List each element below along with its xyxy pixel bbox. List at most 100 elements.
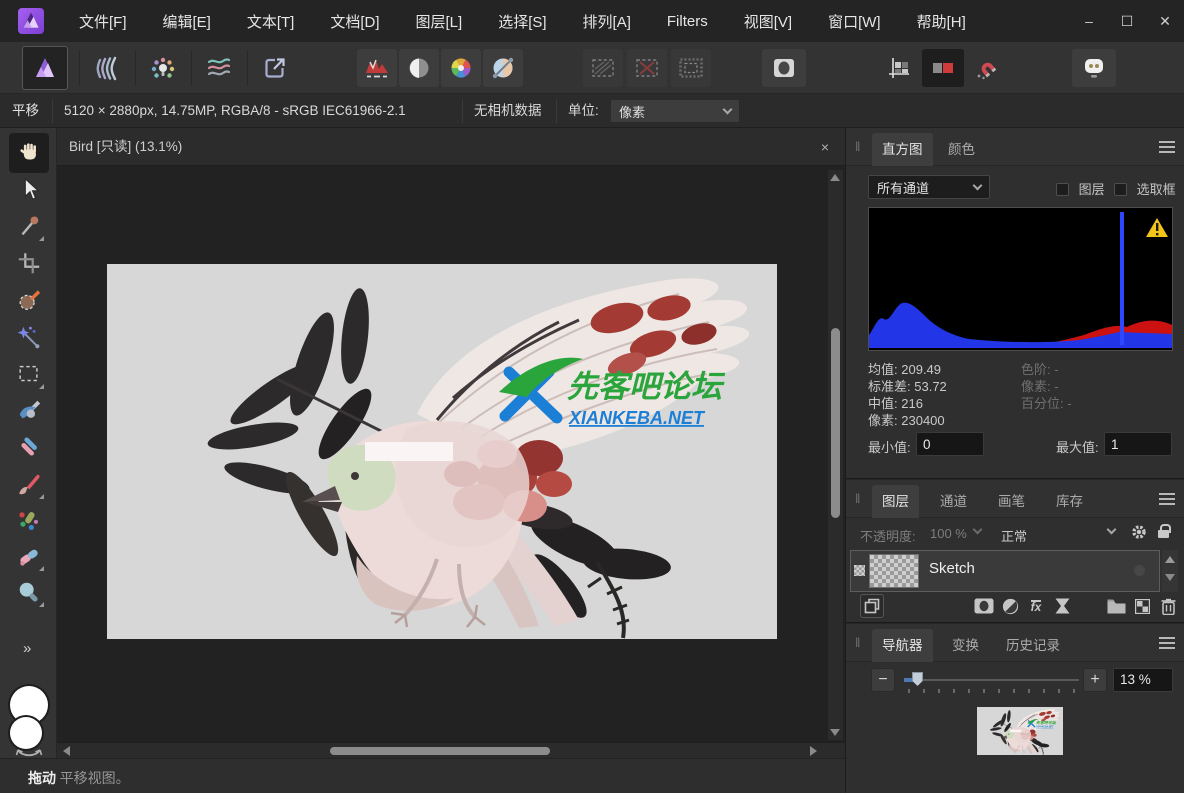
develop-persona-button[interactable] (140, 46, 186, 90)
flood-select-tool[interactable] (11, 319, 47, 355)
layer-effects-button[interactable]: fx (1024, 594, 1048, 618)
tab-history[interactable]: 历史记录 (996, 629, 1070, 662)
layer-thumbnail[interactable] (869, 554, 919, 588)
unit-dropdown[interactable]: 像素 (610, 99, 740, 123)
invert-selection-button[interactable] (671, 49, 711, 87)
tab-transform[interactable]: 变换 (942, 629, 989, 662)
auto-white-balance-button[interactable] (483, 49, 523, 87)
clone-brush-tool[interactable] (11, 502, 47, 538)
auto-contrast-button[interactable] (399, 49, 439, 87)
color-picker-tool[interactable] (11, 208, 47, 244)
lock-icon[interactable] (1158, 530, 1169, 538)
force-pixel-alignment-button[interactable] (878, 49, 920, 87)
menu-filters[interactable]: Filters (661, 9, 714, 34)
tab-channels[interactable]: 通道 (930, 485, 977, 518)
menu-file[interactable]: 文件[F] (73, 7, 133, 36)
crop-tool[interactable] (11, 245, 47, 281)
scroll-down-arrow[interactable] (830, 729, 840, 736)
adjustment-layer-button[interactable] (998, 594, 1022, 618)
view-tool[interactable] (9, 133, 49, 173)
menu-select[interactable]: 选择[S] (492, 7, 552, 36)
blend-mode-value[interactable]: 正常 (1001, 526, 1027, 545)
zoom-slider-thumb[interactable] (912, 672, 923, 686)
group-layers-button[interactable] (1104, 594, 1128, 618)
panel-drag-grip[interactable]: ‖ (855, 491, 861, 506)
tab-brushes[interactable]: 画笔 (988, 485, 1035, 518)
panel-drag-grip[interactable]: ‖ (855, 635, 861, 650)
close-button[interactable]: ✕ (1146, 0, 1184, 42)
opacity-value[interactable]: 100 % (930, 526, 967, 541)
deselect-button[interactable] (627, 49, 667, 87)
zoom-out-button[interactable]: − (871, 668, 895, 692)
menu-help[interactable]: 帮助[H] (911, 7, 972, 36)
delete-layer-button[interactable] (1156, 594, 1180, 618)
layer-list-scrollbar[interactable] (1162, 550, 1178, 592)
assistant-button[interactable] (1072, 49, 1116, 87)
minimize-button[interactable]: – (1070, 0, 1108, 42)
menu-window[interactable]: 窗口[W] (822, 7, 887, 36)
tab-layers[interactable]: 图层 (872, 485, 919, 518)
scroll-up-arrow[interactable] (830, 174, 840, 181)
layer-row-sketch[interactable]: Sketch (850, 550, 1160, 592)
scroll-right-arrow[interactable] (810, 746, 817, 756)
canvas-viewport[interactable]: 先客吧论坛 XIANKEBA.NET (57, 166, 845, 742)
navigator-thumbnail[interactable] (977, 707, 1063, 755)
auto-colors-button[interactable] (441, 49, 481, 87)
new-pixel-layer-button[interactable] (1130, 594, 1154, 618)
tab-histogram[interactable]: 直方图 (872, 133, 933, 166)
select-all-button[interactable] (583, 49, 623, 87)
layer-scroll-down[interactable] (1165, 574, 1175, 581)
maximize-button[interactable]: ☐ (1108, 0, 1146, 42)
menu-arrange[interactable]: 排列[A] (577, 7, 637, 36)
horizontal-scrollbar[interactable] (57, 742, 845, 758)
tab-stock[interactable]: 库存 (1046, 485, 1093, 518)
auto-levels-button[interactable] (357, 49, 397, 87)
tools-overflow-button[interactable]: » (23, 640, 29, 657)
tab-close-icon[interactable]: × (815, 137, 835, 157)
paint-brush-tool[interactable] (11, 466, 47, 502)
vertical-scroll-thumb[interactable] (831, 328, 840, 518)
zoom-in-button[interactable]: + (1083, 668, 1107, 692)
blur-tool[interactable] (11, 574, 47, 610)
panel-drag-grip[interactable]: ‖ (855, 139, 861, 154)
rectangular-marquee-tool[interactable] (11, 356, 47, 392)
zoom-value-field[interactable]: 13 % (1113, 668, 1173, 692)
mask-layer-button[interactable] (972, 594, 996, 618)
export-persona-button[interactable] (252, 46, 298, 90)
live-filter-button[interactable] (1050, 594, 1074, 618)
background-color-swatch[interactable] (10, 717, 42, 749)
channels-dropdown[interactable]: 所有通道 (868, 175, 990, 199)
min-value-input[interactable] (916, 432, 984, 456)
document-canvas[interactable]: 先客吧论坛 XIANKEBA.NET (107, 264, 777, 639)
erase-brush-tool[interactable] (11, 538, 47, 574)
quick-mask-button[interactable] (762, 49, 806, 87)
histogram-warning-icon[interactable] (1146, 218, 1168, 237)
pixel-tool[interactable] (11, 428, 47, 464)
selection-brush-tool[interactable] (11, 282, 47, 318)
panel-menu-icon[interactable] (1159, 493, 1175, 505)
blend-mode-chevron[interactable] (1107, 525, 1117, 535)
snapping-button[interactable] (966, 49, 1008, 87)
layer-name[interactable]: Sketch (929, 560, 975, 577)
document-tab[interactable]: Bird [只读] (13.1%) (69, 128, 182, 166)
menu-edit[interactable]: 编辑[E] (157, 7, 217, 36)
menu-document[interactable]: 文档[D] (324, 7, 385, 36)
menu-text[interactable]: 文本[T] (241, 7, 301, 36)
liquify-persona-button[interactable] (84, 46, 130, 90)
zoom-slider-track[interactable] (904, 679, 1079, 681)
photo-persona-button[interactable] (22, 46, 68, 90)
layer-visibility-toggle[interactable] (1134, 565, 1145, 576)
vertical-scrollbar[interactable] (828, 170, 843, 740)
layer-checkbox[interactable] (1056, 183, 1069, 196)
opacity-chevron[interactable] (973, 525, 983, 535)
horizontal-scroll-thumb[interactable] (330, 747, 550, 755)
tone-mapping-persona-button[interactable] (196, 46, 242, 90)
paint-mixer-brush-tool[interactable] (11, 392, 47, 428)
layer-scroll-up[interactable] (1165, 556, 1175, 563)
layer-settings-gear-icon[interactable] (1131, 524, 1147, 540)
scroll-left-arrow[interactable] (63, 746, 70, 756)
panel-menu-icon[interactable] (1159, 141, 1175, 153)
move-tool[interactable] (11, 171, 47, 207)
tab-color[interactable]: 颜色 (938, 133, 985, 166)
marquee-checkbox[interactable] (1114, 183, 1127, 196)
